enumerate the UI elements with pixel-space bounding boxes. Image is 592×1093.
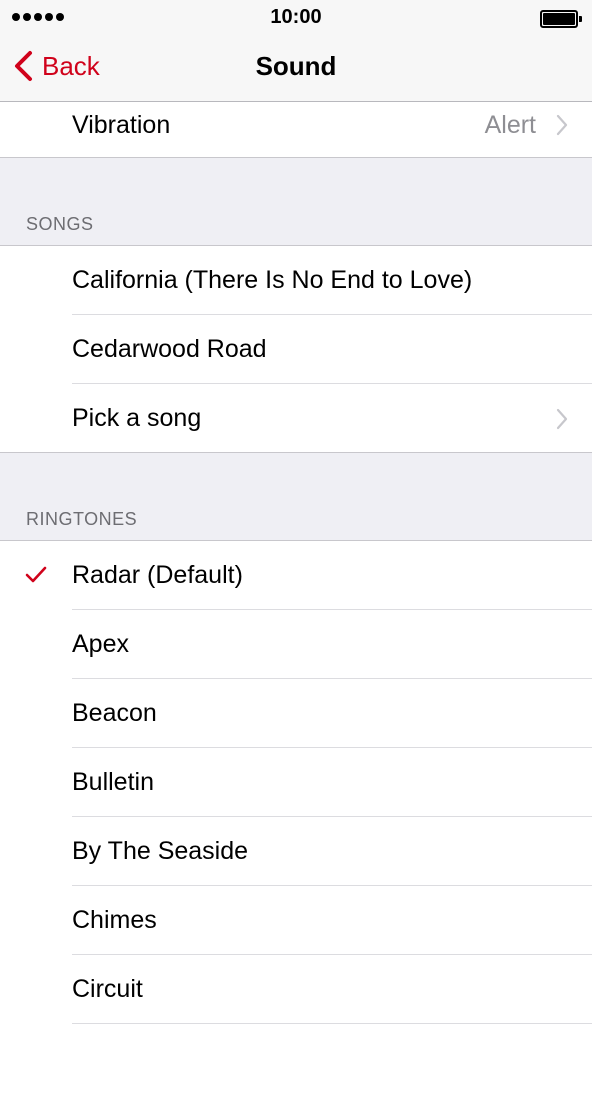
ringtone-row[interactable]: Beacon — [0, 679, 592, 748]
ringtones-header-label: RINGTONES — [26, 509, 138, 529]
ringtone-row[interactable]: Chimes — [0, 886, 592, 955]
vibration-value: Alert — [484, 111, 536, 139]
chevron-right-icon — [556, 408, 568, 430]
pick-a-song-row[interactable]: Pick a song — [0, 384, 592, 453]
status-bar: 10:00 — [0, 0, 592, 34]
songs-group: California (There Is No End to Love) Ced… — [0, 246, 592, 453]
ringtone-label: Apex — [72, 630, 129, 658]
song-row[interactable]: California (There Is No End to Love) — [0, 246, 592, 315]
ringtone-row[interactable]: Bulletin — [0, 748, 592, 817]
ringtone-row[interactable]: Circuit — [0, 955, 592, 1024]
battery-icon — [540, 10, 582, 28]
ringtone-label: Circuit — [72, 975, 143, 1003]
ringtone-label: By The Seaside — [72, 837, 249, 865]
ringtone-label: Bulletin — [72, 768, 154, 796]
vibration-label: Vibration — [72, 111, 171, 139]
navigation-bar: Back Sound — [0, 34, 592, 102]
song-label: Cedarwood Road — [72, 335, 267, 363]
ringtone-row[interactable]: Apex — [0, 610, 592, 679]
page-title: Sound — [255, 51, 337, 81]
ringtone-label: Radar (Default) — [72, 561, 243, 589]
pick-a-song-label: Pick a song — [72, 404, 202, 432]
status-time: 10:00 — [270, 6, 322, 28]
ringtone-row[interactable] — [0, 1024, 592, 1093]
songs-section-header: SONGS — [0, 158, 592, 246]
ringtones-section-header: RINGTONES — [0, 453, 592, 541]
ringtone-row-selected[interactable]: Radar (Default) — [0, 541, 592, 610]
settings-list: Vibration Alert SONGS California (There … — [0, 102, 592, 1093]
vibration-row[interactable]: Vibration Alert — [0, 102, 592, 158]
ringtones-group: Radar (Default) Apex Beacon Bulletin By … — [0, 541, 592, 1093]
ringtone-label: Beacon — [72, 699, 157, 727]
chevron-right-icon — [556, 114, 568, 136]
ringtone-label: Chimes — [72, 906, 157, 934]
song-row[interactable]: Cedarwood Road — [0, 315, 592, 384]
checkmark-icon — [25, 566, 47, 583]
song-label: California (There Is No End to Love) — [72, 266, 473, 294]
ringtone-row[interactable]: By The Seaside — [0, 817, 592, 886]
songs-header-label: SONGS — [26, 214, 94, 234]
